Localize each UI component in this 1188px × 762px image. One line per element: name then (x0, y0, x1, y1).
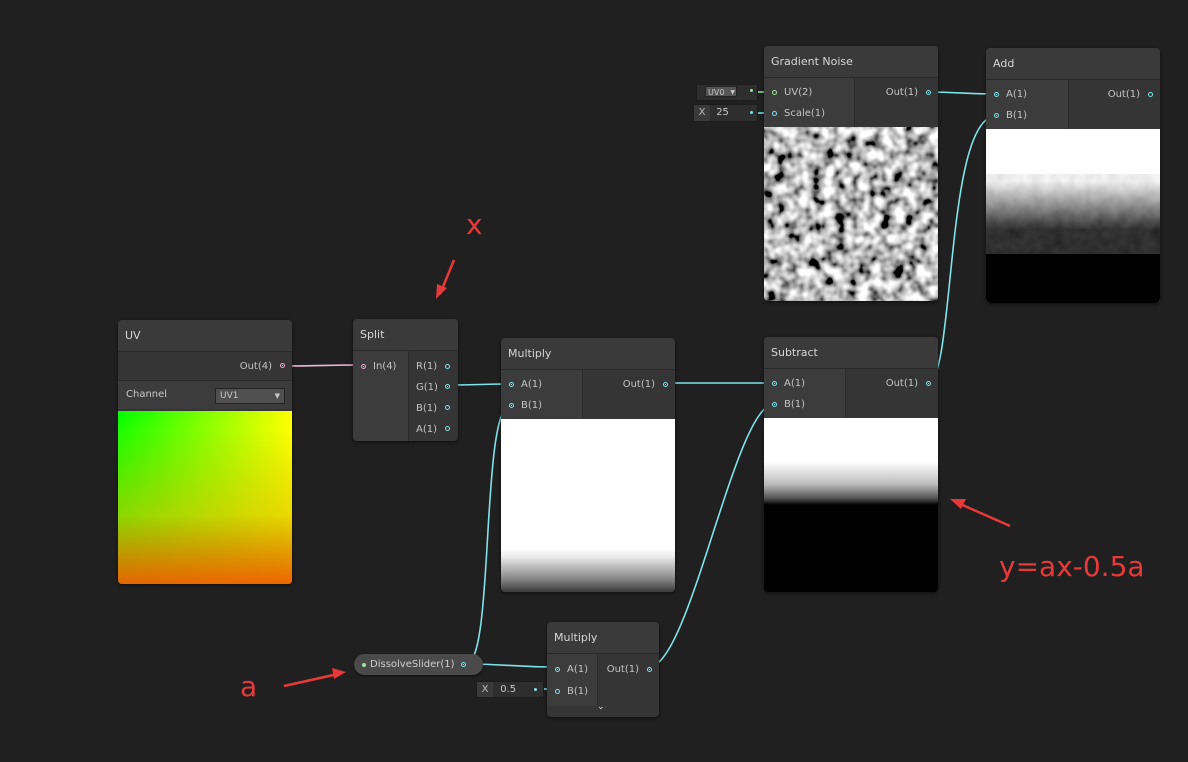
uv-node[interactable]: UV Out(4) Channel UV1 ▼ (118, 320, 292, 584)
split-out-g-label: G(1) (416, 382, 438, 393)
subtract-out-label: Out(1) (885, 378, 918, 389)
multiply-2-b-field[interactable]: X 0.5 (476, 681, 544, 698)
add-a-port[interactable] (994, 92, 999, 97)
scale-x-label: X (694, 105, 710, 121)
subtract-node[interactable]: Subtract A(1) B(1) Out(1) (764, 337, 938, 592)
multiply-1-b-port[interactable] (509, 403, 514, 408)
multiply-2-title: Multiply (547, 622, 659, 654)
gradient-noise-uv-label: UV(2) (784, 87, 813, 98)
multiply-1-out-label: Out(1) (622, 379, 655, 390)
multiply-1-preview (501, 419, 675, 592)
gradient-noise-scale-field[interactable]: X 25 (693, 104, 758, 122)
split-in-label: In(4) (373, 361, 397, 372)
annotation-a: a (240, 670, 258, 703)
channel-dropdown[interactable]: UV1 ▼ (215, 388, 285, 404)
add-b-port[interactable] (994, 113, 999, 118)
scale-value[interactable]: 25 (713, 107, 729, 118)
add-out-label: Out(1) (1107, 89, 1140, 100)
b-x-label: X (477, 682, 493, 697)
multiply-2-a-port[interactable] (555, 667, 560, 672)
channel-label: Channel (126, 389, 168, 400)
split-node[interactable]: Split In(4) R(1) G(1) B(1) A(1) (353, 319, 458, 441)
split-out-r-label: R(1) (416, 361, 438, 372)
gradient-noise-preview (764, 127, 938, 301)
multiply-2-b-label: B(1) (567, 686, 589, 697)
subtract-b-port[interactable] (772, 402, 777, 407)
add-out-port[interactable] (1148, 92, 1153, 97)
annotation-formula: y=ax-0.5a (999, 550, 1145, 583)
split-out-b-port[interactable] (445, 405, 450, 410)
uv-channel-row: Channel UV1 ▼ (118, 380, 292, 409)
uv-out-port[interactable] (280, 363, 285, 368)
multiply-1-a-label: A(1) (521, 379, 543, 390)
add-node[interactable]: Add A(1) B(1) Out(1) (986, 48, 1160, 303)
add-preview (986, 129, 1160, 303)
split-in-port[interactable] (361, 364, 366, 369)
split-out-b-label: B(1) (416, 403, 438, 414)
multiply-1-out-port[interactable] (663, 382, 668, 387)
add-title: Add (986, 48, 1160, 80)
multiply-2-b-port[interactable] (555, 689, 560, 694)
uv-out-label: Out(4) (239, 361, 272, 372)
subtract-out-port[interactable] (926, 381, 931, 386)
multiply-1-a-port[interactable] (509, 382, 514, 387)
multiply-2-out-port[interactable] (647, 667, 652, 672)
gradient-noise-scale-port[interactable] (772, 111, 777, 116)
add-a-label: A(1) (1006, 89, 1028, 100)
gradient-noise-scale-label: Scale(1) (784, 108, 826, 119)
split-out-a-label: A(1) (416, 424, 438, 435)
subtract-a-label: A(1) (784, 378, 806, 389)
multiply-1-b-label: B(1) (521, 400, 543, 411)
gradient-noise-out-label: Out(1) (885, 87, 918, 98)
gradient-noise-title: Gradient Noise (764, 46, 938, 78)
split-out-a-port[interactable] (445, 426, 450, 431)
add-b-label: B(1) (1006, 110, 1028, 121)
gradient-noise-uv-field[interactable]: UV0 ▼ (696, 84, 758, 101)
chevron-down-icon: ▼ (274, 392, 280, 400)
gradient-noise-out-port[interactable] (926, 90, 931, 95)
split-node-title: Split (353, 319, 458, 351)
property-out-port[interactable] (461, 662, 466, 667)
uv-dropdown-value: UV0 (708, 88, 725, 97)
multiply-1-title: Multiply (501, 338, 675, 370)
subtract-title: Subtract (764, 337, 938, 369)
multiply-node-1[interactable]: Multiply A(1) B(1) Out(1) (501, 338, 675, 592)
property-indicator-dot (362, 663, 366, 667)
split-out-r-port[interactable] (445, 364, 450, 369)
chevron-down-icon: ▼ (730, 89, 735, 96)
dissolve-slider-property[interactable]: DissolveSlider(1) (354, 654, 483, 675)
b-value[interactable]: 0.5 (496, 684, 516, 695)
annotation-x: x (466, 208, 483, 241)
multiply-node-2[interactable]: Multiply A(1) B(1) Out(1) ⌄ (547, 622, 659, 717)
chevron-down-icon[interactable]: ⌄ (597, 702, 605, 712)
multiply-2-a-label: A(1) (567, 664, 589, 675)
channel-dropdown-value: UV1 (220, 391, 239, 401)
gradient-noise-node[interactable]: Gradient Noise UV(2) Scale(1) Out(1) (764, 46, 938, 301)
split-out-g-port[interactable] (445, 384, 450, 389)
uv-node-title: UV (118, 320, 292, 352)
gradient-noise-uv-port[interactable] (772, 90, 777, 95)
multiply-2-out-label: Out(1) (606, 664, 639, 675)
property-label: DissolveSlider(1) (370, 659, 455, 670)
subtract-a-port[interactable] (772, 381, 777, 386)
subtract-b-label: B(1) (784, 399, 806, 410)
subtract-preview (764, 418, 938, 592)
